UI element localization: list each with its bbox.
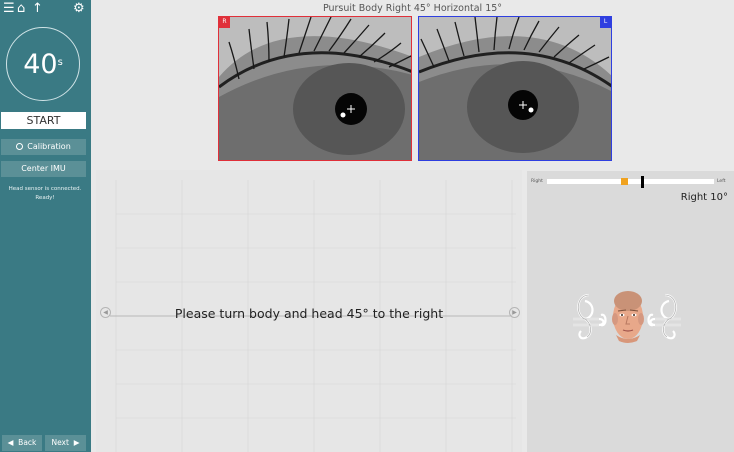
timer: 40s <box>6 27 80 101</box>
tracking-graph: ◀ ▶ Please turn body and head 45° to the… <box>96 170 522 452</box>
left-eye-video: L <box>418 16 612 161</box>
right-eye-tag: R <box>219 17 230 28</box>
head-position-slider[interactable] <box>547 176 714 188</box>
calibration-button[interactable]: Calibration <box>1 139 86 155</box>
instruction-text: Please turn body and head 45° to the rig… <box>174 306 444 321</box>
right-eye-image <box>219 17 411 160</box>
timer-unit: s <box>57 57 63 68</box>
right-eye-video: R <box>218 16 412 161</box>
start-button[interactable]: START <box>1 112 86 129</box>
timer-value-display: 40s <box>7 50 79 80</box>
left-ear-canal-icon <box>647 293 681 340</box>
next-arrow-icon: ▶ <box>73 438 80 447</box>
menu-icon[interactable]: ☰ <box>3 2 15 15</box>
head-position-panel: Right Left Right 10° <box>527 171 734 452</box>
back-arrow-icon: ◀ <box>7 438 14 447</box>
slider-left-label: Left <box>717 179 726 184</box>
test-title: Pursuit Body Right 45° Horizontal 15° <box>322 3 503 14</box>
status-message: Head sensor is connected. Ready! <box>8 186 82 201</box>
up-arrow-icon[interactable]: ↑ <box>32 2 43 15</box>
current-position-indicator <box>641 176 644 188</box>
target-position-marker <box>621 178 628 185</box>
home-icon[interactable]: ⌂ <box>17 2 25 15</box>
timer-value: 40 <box>23 49 58 80</box>
left-eye-image <box>419 17 611 160</box>
head-angle-readout: Right 10° <box>680 192 728 203</box>
next-label: Next <box>51 438 69 447</box>
back-label: Back <box>18 438 37 447</box>
next-button[interactable]: Next ▶ <box>45 435 86 451</box>
head-model <box>573 291 681 343</box>
gear-icon[interactable]: ⚙ <box>73 2 85 15</box>
right-ear-canal-icon <box>573 293 607 340</box>
calibration-label: Calibration <box>27 142 71 151</box>
center-imu-button[interactable]: Center IMU <box>1 161 86 177</box>
slider-right-label: Right <box>531 179 543 184</box>
left-eye-tag: L <box>600 17 611 28</box>
calibration-icon <box>16 143 24 150</box>
sidebar: ☰ ⌂ ↑ ⚙ 40s START Calibration Center IMU… <box>0 0 91 452</box>
face-icon <box>612 291 644 343</box>
back-button[interactable]: ◀ Back <box>2 435 42 451</box>
